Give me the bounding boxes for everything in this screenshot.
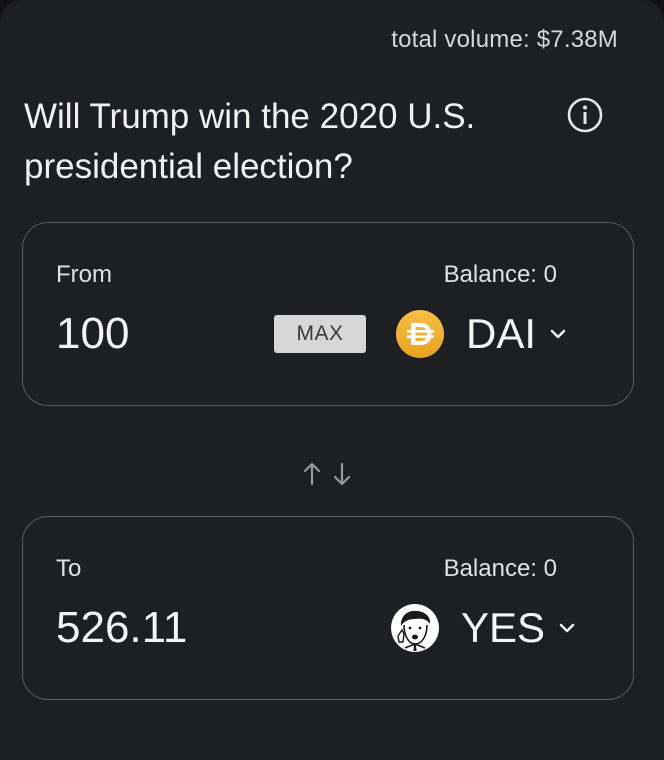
from-card: From Balance: 0 MAX DAI [22, 222, 634, 406]
to-amount-input[interactable] [56, 603, 256, 653]
to-label: To [56, 555, 82, 582]
swap-arrows-icon[interactable] [300, 460, 356, 488]
to-card: To Balance: 0 YES [22, 516, 634, 700]
to-token-select[interactable]: YES [391, 601, 577, 655]
total-volume: total volume: $7.38M [391, 26, 618, 53]
from-token-name: DAI [466, 310, 537, 357]
to-token-name: YES [461, 604, 546, 651]
info-icon[interactable] [566, 96, 604, 134]
swap-panel: total volume: $7.38M Will Trump win the … [0, 0, 664, 760]
to-balance: Balance: 0 [443, 555, 557, 582]
from-amount-input[interactable] [56, 309, 256, 359]
from-label: From [56, 261, 112, 288]
market-question: Will Trump win the 2020 U.S. presidentia… [24, 97, 476, 186]
from-token-select[interactable]: DAI [396, 307, 568, 361]
chevron-down-icon [559, 623, 575, 633]
dai-coin-icon [396, 310, 444, 358]
from-balance: Balance: 0 [443, 261, 557, 288]
trump-avatar-icon [391, 604, 439, 652]
chevron-down-icon [550, 329, 566, 339]
max-button[interactable]: MAX [274, 315, 366, 353]
